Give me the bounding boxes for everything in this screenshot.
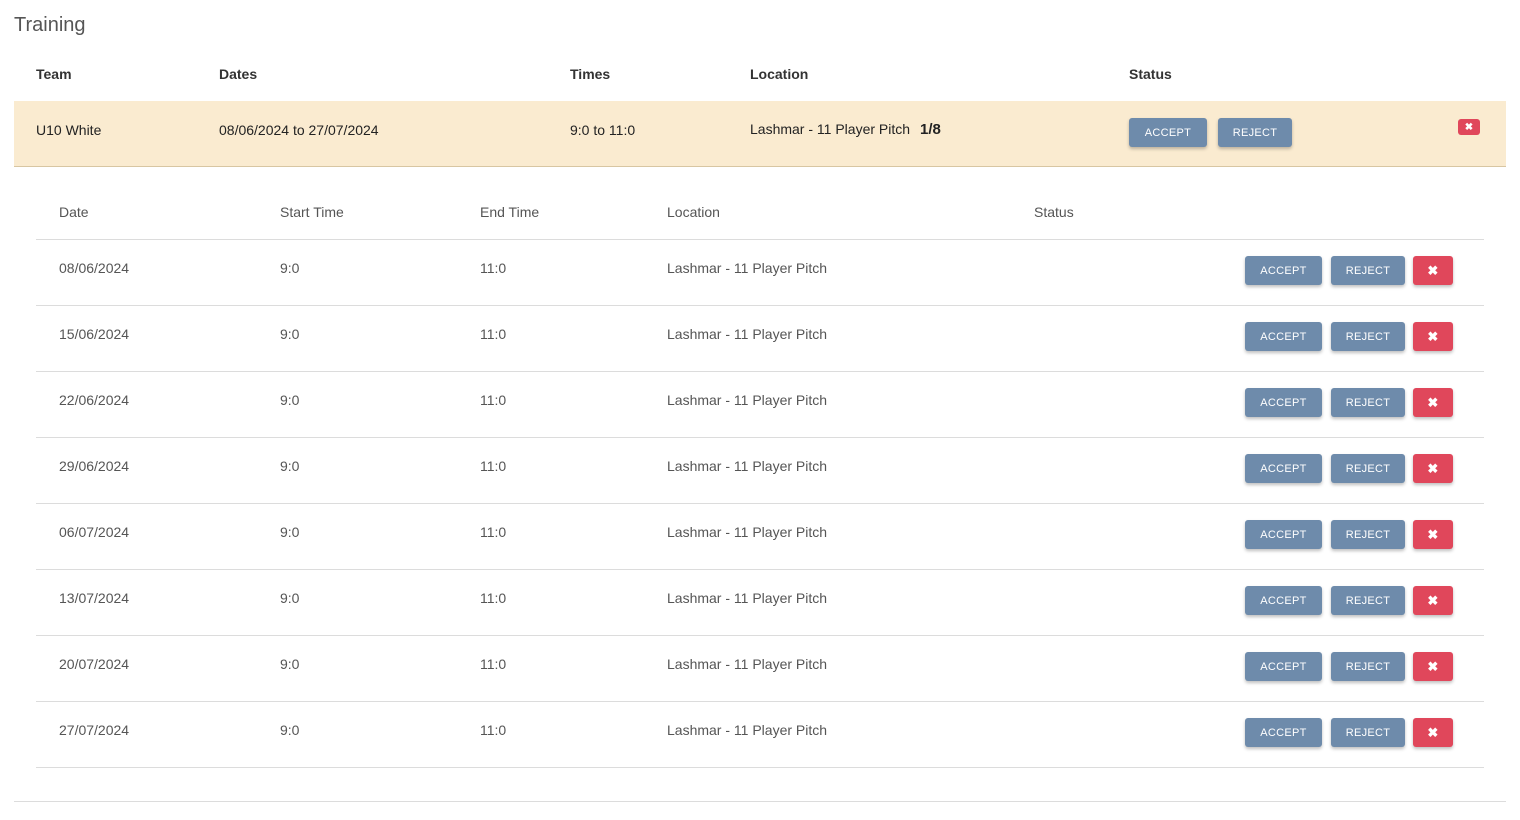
start-time-cell: 9:0 — [280, 524, 300, 540]
delete-button[interactable]: ✖ — [1413, 652, 1453, 681]
table-row: 08/06/2024 9:0 11:0 Lashmar - 11 Player Pit… — [36, 240, 1484, 306]
header-location: Location — [667, 204, 720, 220]
end-time-cell: 11:0 — [480, 458, 507, 474]
delete-button[interactable]: ✖ — [1413, 520, 1453, 549]
date-cell: 15/06/2024 — [59, 326, 130, 342]
header-times: Times — [570, 66, 611, 82]
delete-button[interactable]: ✖ — [1413, 718, 1453, 747]
table-row: 15/06/2024 9:0 11:0 Lashmar - 11 Player Pit… — [36, 306, 1484, 372]
divider — [14, 801, 1506, 802]
header-end-time: End Time — [480, 204, 540, 220]
delete-button[interactable]: ✖ — [1413, 586, 1453, 615]
table-row: 13/07/2024 9:0 11:0 Lashmar - 11 Player Pit… — [36, 570, 1484, 636]
end-time-cell: 11:0 — [480, 722, 507, 738]
start-time-cell: 9:0 — [280, 326, 300, 342]
accept-button[interactable]: ACCEPT — [1245, 652, 1322, 681]
location-cell: Lashmar - 11 Player Pitch — [667, 260, 828, 276]
reject-button[interactable]: REJECT — [1331, 256, 1405, 285]
detail-header: Date Start Time End Time Location Status — [36, 190, 1484, 240]
location-cell: Lashmar - 11 Player Pitch — [667, 524, 828, 540]
summary-team: U10 White — [36, 122, 102, 138]
summary-row[interactable]: U10 White 08/06/2024 to 27/07/2024 9:0 t… — [14, 101, 1506, 167]
end-time-cell: 11:0 — [480, 524, 507, 540]
reject-button[interactable]: REJECT — [1331, 652, 1405, 681]
end-time-cell: 11:0 — [480, 656, 507, 672]
reject-button[interactable]: REJECT — [1331, 586, 1405, 615]
close-icon[interactable]: ✖ — [1458, 119, 1480, 135]
summary-location-cell: Lashmar - 11 Player Pitch 1/8 — [750, 121, 941, 138]
date-cell: 29/06/2024 — [59, 458, 130, 474]
end-time-cell: 11:0 — [480, 326, 507, 342]
start-time-cell: 9:0 — [280, 656, 300, 672]
delete-button[interactable]: ✖ — [1413, 322, 1453, 351]
delete-button[interactable]: ✖ — [1413, 454, 1453, 483]
end-time-cell: 11:0 — [480, 260, 507, 276]
reject-button[interactable]: REJECT — [1331, 520, 1405, 549]
delete-button[interactable]: ✖ — [1413, 256, 1453, 285]
start-time-cell: 9:0 — [280, 458, 300, 474]
summary-reject-button[interactable]: REJECT — [1218, 118, 1292, 147]
summary-location: Lashmar - 11 Player Pitch — [750, 121, 911, 137]
summary-header: Team Dates Times Location Status — [14, 56, 1506, 92]
start-time-cell: 9:0 — [280, 722, 300, 738]
date-cell: 27/07/2024 — [59, 722, 130, 738]
header-location: Location — [750, 66, 809, 82]
table-row: 20/07/2024 9:0 11:0 Lashmar - 11 Player Pit… — [36, 636, 1484, 702]
reject-button[interactable]: REJECT — [1331, 388, 1405, 417]
table-row: 29/06/2024 9:0 11:0 Lashmar - 11 Player Pit… — [36, 438, 1484, 504]
date-cell: 22/06/2024 — [59, 392, 130, 408]
date-cell: 13/07/2024 — [59, 590, 130, 606]
header-status: Status — [1034, 204, 1074, 220]
header-start-time: Start Time — [280, 204, 344, 220]
table-row: 27/07/2024 9:0 11:0 Lashmar - 11 Player Pit… — [36, 702, 1484, 768]
start-time-cell: 9:0 — [280, 590, 300, 606]
reject-button[interactable]: REJECT — [1331, 718, 1405, 747]
table-row: 22/06/2024 9:0 11:0 Lashmar - 11 Player Pit… — [36, 372, 1484, 438]
date-cell: 06/07/2024 — [59, 524, 130, 540]
accept-button[interactable]: ACCEPT — [1245, 454, 1322, 483]
header-team: Team — [36, 66, 72, 82]
location-cell: Lashmar - 11 Player Pitch — [667, 458, 828, 474]
accept-button[interactable]: ACCEPT — [1245, 520, 1322, 549]
summary-accept-button[interactable]: ACCEPT — [1129, 118, 1207, 147]
header-dates: Dates — [219, 66, 258, 82]
reject-button[interactable]: REJECT — [1331, 454, 1405, 483]
table-row: 06/07/2024 9:0 11:0 Lashmar - 11 Player Pit… — [36, 504, 1484, 570]
page-title: Training — [14, 14, 86, 36]
reject-button[interactable]: REJECT — [1331, 322, 1405, 351]
accept-button[interactable]: ACCEPT — [1245, 388, 1322, 417]
date-cell: 20/07/2024 — [59, 656, 130, 672]
location-cell: Lashmar - 11 Player Pitch — [667, 590, 828, 606]
session-count: 1/8 — [920, 121, 941, 138]
delete-button[interactable]: ✖ — [1413, 388, 1453, 417]
end-time-cell: 11:0 — [480, 590, 507, 606]
location-cell: Lashmar - 11 Player Pitch — [667, 722, 828, 738]
end-time-cell: 11:0 — [480, 392, 507, 408]
summary-dates: 08/06/2024 to 27/07/2024 — [219, 122, 379, 138]
header-status: Status — [1129, 66, 1172, 82]
start-time-cell: 9:0 — [280, 260, 300, 276]
header-date: Date — [59, 204, 89, 220]
start-time-cell: 9:0 — [280, 392, 300, 408]
accept-button[interactable]: ACCEPT — [1245, 718, 1322, 747]
accept-button[interactable]: ACCEPT — [1245, 256, 1322, 285]
location-cell: Lashmar - 11 Player Pitch — [667, 326, 828, 342]
accept-button[interactable]: ACCEPT — [1245, 586, 1322, 615]
location-cell: Lashmar - 11 Player Pitch — [667, 392, 828, 408]
summary-times: 9:0 to 11:0 — [570, 122, 636, 138]
date-cell: 08/06/2024 — [59, 260, 130, 276]
accept-button[interactable]: ACCEPT — [1245, 322, 1322, 351]
location-cell: Lashmar - 11 Player Pitch — [667, 656, 828, 672]
